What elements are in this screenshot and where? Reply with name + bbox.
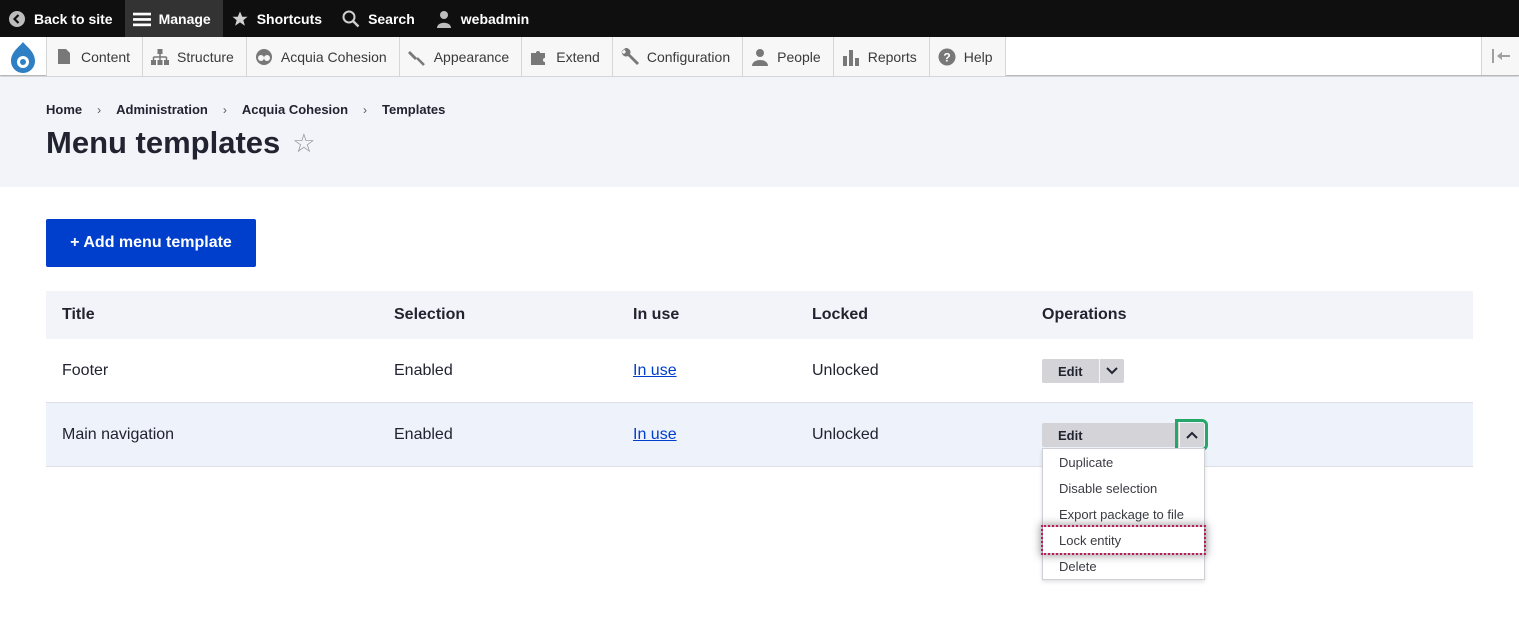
row-title: Footer (62, 361, 109, 379)
dropbutton-toggle[interactable] (1099, 359, 1124, 383)
back-to-site-link[interactable]: Back to site (0, 0, 125, 37)
top-toolbar: Back to site Manage Shortcuts Search web… (0, 0, 1519, 37)
menu-appearance[interactable]: Appearance (399, 37, 523, 76)
breadcrumb: Home › Administration › Acquia Cohesion … (46, 102, 445, 117)
breadcrumb-home[interactable]: Home (46, 102, 82, 117)
menu-reports[interactable]: Reports (833, 37, 930, 76)
menu-configuration-label: Configuration (646, 48, 731, 65)
menu-item-export-package[interactable]: Export package to file (1043, 501, 1204, 527)
menu-item-duplicate[interactable]: Duplicate (1043, 449, 1204, 475)
menu-help[interactable]: ? Help (929, 37, 1006, 76)
favorite-star-icon[interactable]: ☆ (292, 128, 315, 159)
col-locked: Locked (812, 306, 869, 323)
menu-people[interactable]: People (743, 37, 834, 76)
col-in-use: In use (633, 306, 680, 323)
back-arrow-icon (8, 10, 26, 28)
menu-configuration[interactable]: Configuration (612, 37, 744, 76)
breadcrumb-separator: › (363, 102, 368, 117)
breadcrumb-templates[interactable]: Templates (382, 102, 445, 117)
operations-dropdown-menu: Duplicate Disable selection Export packa… (1041, 448, 1206, 580)
admin-bar-spacer (1005, 37, 1481, 75)
help-icon: ? (938, 48, 956, 66)
col-operations: Operations (1042, 306, 1127, 323)
row-selection: Enabled (394, 425, 453, 443)
menu-structure-label: Structure (177, 48, 234, 65)
row-locked: Unlocked (812, 361, 879, 379)
breadcrumb-administration[interactable]: Administration (116, 102, 208, 117)
manage-label: Manage (158, 10, 211, 27)
page-header: Home › Administration › Acquia Cohesion … (0, 77, 1519, 187)
search-tab[interactable]: Search (334, 0, 427, 37)
add-menu-template-button[interactable]: + Add menu template (46, 219, 256, 267)
hamburger-icon (132, 10, 151, 28)
table-row: Main navigation Enabled In use Unlocked … (46, 403, 1473, 467)
breadcrumb-separator: › (97, 102, 102, 117)
menu-extend[interactable]: Extend (522, 37, 613, 76)
menu-help-label: Help (963, 48, 993, 65)
templates-table: Title Selection In use Locked Operations… (46, 291, 1473, 467)
shortcuts-label: Shortcuts (256, 10, 323, 27)
people-icon (751, 48, 769, 66)
paintbrush-icon (407, 48, 426, 66)
col-title: Title (62, 306, 95, 323)
menu-structure[interactable]: Structure (143, 37, 247, 76)
cohesion-icon (255, 48, 273, 66)
menu-acquia-cohesion-label: Acquia Cohesion (280, 48, 387, 65)
puzzle-icon (530, 48, 548, 66)
menu-extend-label: Extend (556, 48, 600, 65)
menu-item-delete[interactable]: Delete (1043, 553, 1204, 579)
search-label: Search (368, 10, 415, 27)
menu-item-lock-entity[interactable]: Lock entity (1041, 525, 1206, 555)
menu-content-label: Content (81, 48, 131, 65)
wrench-icon (620, 47, 639, 66)
user-tab[interactable]: webadmin (427, 0, 541, 37)
search-icon (342, 10, 360, 28)
table-row: Footer Enabled In use Unlocked Edit (46, 339, 1473, 403)
col-selection: Selection (394, 306, 466, 323)
breadcrumb-separator: › (222, 102, 227, 117)
operations-dropbutton: Edit (1042, 419, 1208, 451)
row-in-use-link[interactable]: In use (633, 362, 677, 380)
svg-text:?: ? (943, 50, 950, 64)
user-label: webadmin (460, 10, 530, 27)
menu-people-label: People (777, 48, 821, 65)
row-in-use-link[interactable]: In use (633, 426, 677, 444)
page-title-wrap: Menu templates ☆ (46, 125, 316, 161)
page-title: Menu templates (46, 125, 281, 160)
table-header: Title Selection In use Locked Operations (46, 291, 1473, 339)
edit-button[interactable]: Edit (1042, 423, 1179, 447)
bar-chart-icon (842, 48, 860, 66)
row-title: Main navigation (62, 425, 175, 443)
star-icon (231, 10, 249, 28)
row-locked: Unlocked (812, 425, 879, 443)
document-icon (55, 48, 73, 66)
dropbutton-toggle[interactable] (1175, 419, 1208, 451)
menu-appearance-label: Appearance (433, 48, 510, 65)
sitemap-icon (151, 48, 170, 66)
chevron-up-icon (1186, 431, 1198, 439)
drupal-logo-icon[interactable] (0, 37, 47, 76)
chevron-down-icon (1106, 367, 1118, 375)
back-to-site-label: Back to site (34, 10, 113, 27)
row-selection: Enabled (394, 361, 453, 379)
menu-item-disable-selection[interactable]: Disable selection (1043, 475, 1204, 501)
orientation-toggle-icon[interactable] (1481, 37, 1519, 75)
manage-tab[interactable]: Manage (124, 0, 223, 37)
breadcrumb-acquia-cohesion[interactable]: Acquia Cohesion (242, 102, 348, 117)
edit-button[interactable]: Edit (1042, 359, 1099, 383)
operations-dropbutton: Edit (1042, 359, 1124, 383)
menu-content[interactable]: Content (47, 37, 144, 76)
admin-menu-bar: Content Structure Acquia Cohesion Appear… (0, 37, 1519, 76)
shortcuts-tab[interactable]: Shortcuts (223, 0, 334, 37)
menu-acquia-cohesion[interactable]: Acquia Cohesion (246, 37, 400, 76)
user-icon (435, 10, 453, 28)
menu-reports-label: Reports (867, 48, 917, 65)
